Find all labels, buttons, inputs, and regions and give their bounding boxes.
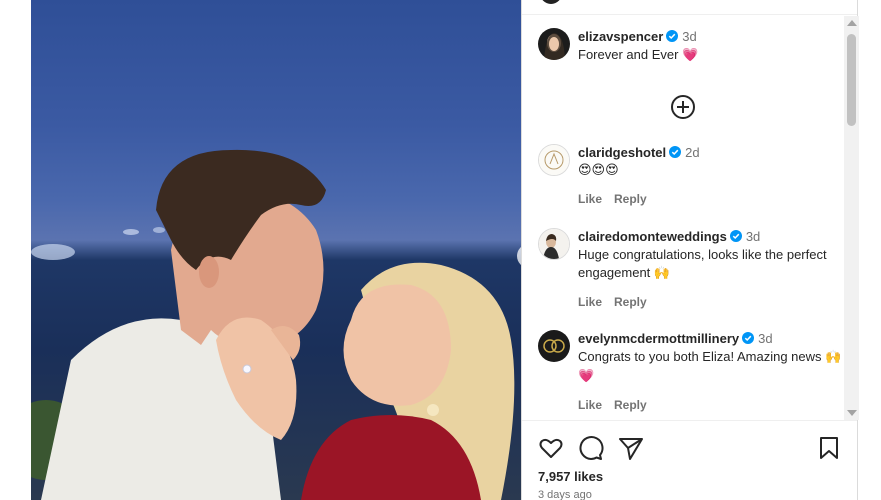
post-details-panel: elizavspencer 3d Forever and Ever 💗 clar… xyxy=(521,0,859,500)
comment-body: evelynmcdermottmillinery 3d Congrats to y… xyxy=(578,330,844,414)
save-button[interactable] xyxy=(816,435,842,461)
heart-icon xyxy=(539,438,563,458)
share-icon xyxy=(619,438,643,460)
comment-icon xyxy=(579,436,604,460)
likes-count[interactable]: 7,957 likes xyxy=(538,469,603,484)
post-photo[interactable] xyxy=(31,0,521,500)
username-link[interactable]: claridgeshotel xyxy=(578,145,666,160)
bookmark-icon xyxy=(820,437,838,459)
scroll-up-arrow-icon[interactable] xyxy=(847,20,857,26)
comment-button[interactable] xyxy=(578,435,604,461)
raising-hands-emoji: 🙌 xyxy=(653,266,671,281)
comment-timestamp[interactable]: 2d xyxy=(685,145,699,160)
comment-body: clairedomonteweddings 3d Huge congratulat… xyxy=(578,228,844,311)
comment-timestamp[interactable]: 3d xyxy=(758,331,772,346)
like-comment-button[interactable]: Like xyxy=(578,295,602,309)
avatar[interactable] xyxy=(538,330,570,362)
share-button[interactable] xyxy=(618,435,644,461)
reply-button[interactable]: Reply xyxy=(614,295,647,309)
like-comment-button[interactable]: Like xyxy=(578,192,602,206)
avatar[interactable] xyxy=(538,144,570,176)
instagram-post-view: elizavspencer 3d Forever and Ever 💗 clar… xyxy=(0,0,881,500)
post-actions-footer: 7,957 likes 3 days ago xyxy=(522,420,857,500)
comments-scrollbar[interactable] xyxy=(844,16,859,420)
avatar[interactable] xyxy=(538,28,570,60)
comment-timestamp[interactable]: 3d xyxy=(746,229,760,244)
username-link[interactable]: evelynmcdermottmillinery xyxy=(578,331,739,346)
like-comment-button[interactable]: Like xyxy=(578,398,602,412)
load-more-comments-button[interactable] xyxy=(670,94,696,120)
comment-text: Huge congratulations, looks like the per… xyxy=(578,247,827,280)
heart-emoji: 💗 xyxy=(682,48,699,63)
header-divider xyxy=(522,14,857,15)
comment-timestamp[interactable]: 3d xyxy=(682,29,696,44)
scroll-down-arrow-icon[interactable] xyxy=(847,410,857,416)
comment-text: Congrats to you both Eliza! Amazing news xyxy=(578,349,822,364)
username-link[interactable]: clairedomonteweddings xyxy=(578,229,727,244)
verified-badge-icon xyxy=(742,332,755,344)
reply-button[interactable]: Reply xyxy=(614,398,647,412)
verified-badge-icon xyxy=(669,146,682,158)
username-link[interactable]: elizavspencer xyxy=(578,29,663,44)
verified-badge-icon xyxy=(666,30,679,42)
scrollbar-thumb[interactable] xyxy=(847,34,856,126)
like-button[interactable] xyxy=(538,435,564,461)
header-avatar[interactable] xyxy=(540,0,562,4)
verified-badge-icon xyxy=(729,230,742,242)
post-date[interactable]: 3 days ago xyxy=(538,489,592,500)
avatar[interactable] xyxy=(538,228,570,260)
comment-body: claridgeshotel 2d 😍😍😍 Like Reply xyxy=(578,144,844,208)
caption-text: Forever and Ever xyxy=(578,47,679,62)
comment-text: 😍😍😍 xyxy=(578,163,619,178)
comment-body: elizavspencer 3d Forever and Ever 💗 xyxy=(578,28,844,65)
comments-list: elizavspencer 3d Forever and Ever 💗 clar… xyxy=(522,16,844,420)
plus-circle-icon xyxy=(671,95,695,119)
reply-button[interactable]: Reply xyxy=(614,192,647,206)
couple-photo-illustration xyxy=(31,149,515,500)
